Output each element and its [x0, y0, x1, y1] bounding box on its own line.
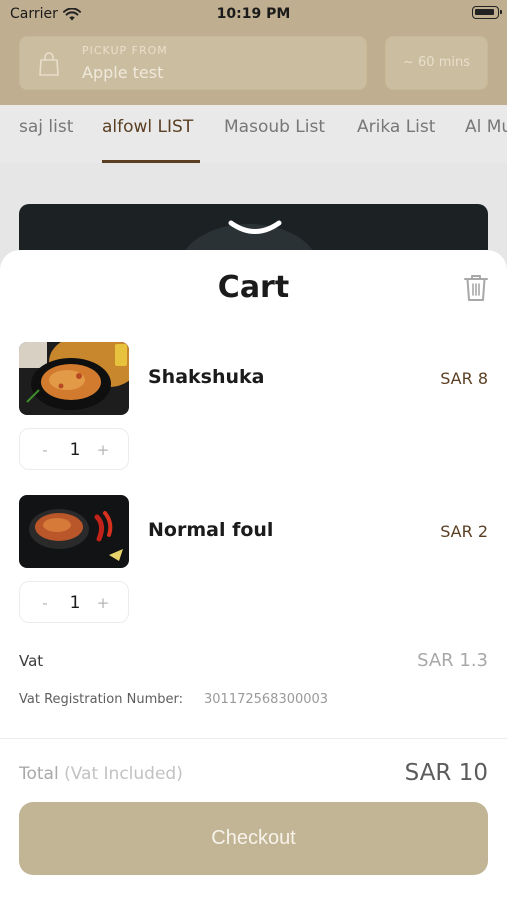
item-image-shakshuka — [19, 342, 129, 415]
cart-item: Normal foul SAR 2 - 1 + — [0, 495, 507, 625]
eta-selector[interactable]: ~ 60 mins — [385, 36, 488, 90]
quantity-stepper: - 1 + — [19, 428, 129, 470]
divider — [0, 738, 507, 739]
shopping-bag-icon — [39, 52, 59, 76]
decrease-quantity-button[interactable]: - — [32, 592, 58, 614]
pickup-store-name: Apple test — [82, 63, 164, 82]
quantity-value: 1 — [69, 593, 81, 613]
cart-title: Cart — [217, 270, 290, 305]
chevron-down-icon[interactable] — [228, 220, 282, 236]
cart-item: Shakshuka SAR 8 - 1 + — [0, 342, 507, 472]
status-bar: Carrier 10:19 PM — [0, 0, 507, 30]
tab-al-mu[interactable]: Al Mu — [465, 117, 507, 137]
tab-arika-list[interactable]: Arika List — [357, 117, 435, 137]
item-name: Shakshuka — [148, 366, 265, 388]
vat-registration-number: 301172568300003 — [204, 692, 329, 707]
total-amount: SAR 10 — [404, 760, 488, 786]
tab-alfowl-list[interactable]: alfowl LIST — [102, 117, 193, 137]
increase-quantity-button[interactable]: + — [90, 592, 116, 614]
item-image-normal-foul — [19, 495, 129, 568]
cart-sheet: Cart Shakshuka SAR 8 - 1 + Normal foul S… — [0, 250, 507, 900]
item-price: SAR 8 — [440, 369, 488, 388]
category-tabs: saj list alfowl LIST Masoub List Arika L… — [0, 105, 507, 163]
checkout-button[interactable]: Checkout — [19, 802, 488, 875]
item-price: SAR 2 — [440, 522, 488, 541]
vat-amount: SAR 1.3 — [417, 650, 488, 671]
tab-masoub-list[interactable]: Masoub List — [224, 117, 325, 137]
item-name: Normal foul — [148, 519, 274, 541]
quantity-stepper: - 1 + — [19, 581, 129, 623]
total-vat-note: (Vat Included) — [64, 764, 183, 784]
decrease-quantity-button[interactable]: - — [32, 439, 58, 461]
vat-label: Vat — [19, 652, 44, 670]
status-time: 10:19 PM — [216, 6, 291, 22]
pickup-label: PICKUP FROM — [82, 44, 168, 57]
increase-quantity-button[interactable]: + — [90, 439, 116, 461]
active-tab-indicator — [102, 160, 200, 163]
trash-icon[interactable] — [463, 274, 489, 302]
quantity-value: 1 — [69, 440, 81, 460]
total-label-text: Total — [19, 764, 59, 784]
total-label: Total (Vat Included) — [19, 764, 183, 784]
battery-icon — [472, 6, 502, 19]
tab-saj-list[interactable]: saj list — [19, 117, 73, 137]
vat-registration-label: Vat Registration Number: — [19, 692, 183, 707]
pickup-selector[interactable]: PICKUP FROM Apple test — [19, 36, 367, 90]
